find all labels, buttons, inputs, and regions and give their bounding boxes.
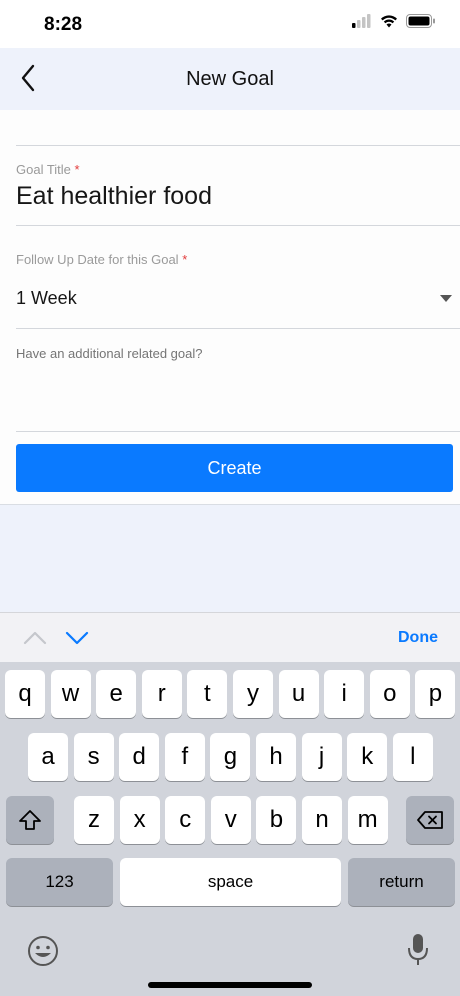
cellular-signal-icon bbox=[352, 14, 371, 28]
key-c[interactable]: c bbox=[165, 796, 206, 844]
goal-title-label-text: Goal Title bbox=[16, 162, 71, 177]
follow-up-label: Follow Up Date for this Goal * bbox=[16, 252, 187, 267]
goal-title-input[interactable] bbox=[16, 182, 436, 211]
key-z[interactable]: z bbox=[74, 796, 114, 844]
key-h[interactable]: h bbox=[256, 733, 296, 781]
key-d[interactable]: d bbox=[119, 733, 160, 781]
battery-icon bbox=[406, 14, 435, 28]
key-q[interactable]: q bbox=[5, 670, 45, 718]
key-s[interactable]: s bbox=[73, 733, 114, 781]
key-l[interactable]: l bbox=[392, 733, 433, 781]
page-title: New Goal bbox=[186, 68, 274, 90]
keyboard-accessory-bar: Done bbox=[0, 612, 460, 662]
status-time: 8:28 bbox=[44, 14, 83, 35]
key-y[interactable]: y bbox=[233, 670, 273, 718]
status-bar: 8:28 bbox=[0, 0, 460, 48]
keyboard: qwertyuiop asdfghjkl zxcvbnm 123 space r… bbox=[0, 662, 460, 996]
follow-up-date-select[interactable]: 1 Week bbox=[16, 278, 460, 318]
space-key[interactable]: space bbox=[120, 858, 341, 906]
key-v[interactable]: v bbox=[210, 796, 251, 844]
key-e[interactable]: e bbox=[96, 670, 137, 718]
key-a[interactable]: a bbox=[28, 733, 68, 781]
next-field-chevron-down-icon[interactable] bbox=[64, 625, 90, 651]
numbers-key[interactable]: 123 bbox=[6, 858, 113, 906]
follow-up-label-text: Follow Up Date for this Goal bbox=[16, 252, 179, 267]
key-r[interactable]: r bbox=[141, 670, 182, 718]
required-marker: * bbox=[74, 162, 80, 177]
navigation-bar: New Goal bbox=[0, 48, 460, 110]
key-n[interactable]: n bbox=[302, 796, 342, 844]
key-p[interactable]: p bbox=[415, 670, 456, 718]
divider bbox=[16, 431, 460, 432]
dropdown-caret-icon bbox=[440, 295, 452, 302]
key-b[interactable]: b bbox=[256, 796, 297, 844]
done-button[interactable]: Done bbox=[398, 629, 438, 647]
related-goal-input[interactable] bbox=[16, 344, 446, 362]
divider bbox=[16, 225, 460, 226]
goal-title-label: Goal Title * bbox=[16, 162, 80, 177]
follow-up-date-value: 1 Week bbox=[16, 288, 77, 308]
wifi-icon bbox=[381, 15, 397, 28]
key-o[interactable]: o bbox=[369, 670, 410, 718]
shift-key[interactable] bbox=[6, 796, 54, 844]
key-w[interactable]: w bbox=[50, 670, 91, 718]
key-f[interactable]: f bbox=[164, 733, 205, 781]
key-m[interactable]: m bbox=[347, 796, 388, 844]
key-i[interactable]: i bbox=[324, 670, 365, 718]
previous-field-chevron-up-icon[interactable] bbox=[22, 625, 48, 651]
microphone-icon[interactable] bbox=[406, 932, 430, 968]
key-g[interactable]: g bbox=[210, 733, 251, 781]
delete-key[interactable] bbox=[406, 796, 454, 844]
status-icons bbox=[352, 14, 436, 28]
key-x[interactable]: x bbox=[119, 796, 160, 844]
key-u[interactable]: u bbox=[278, 670, 319, 718]
home-indicator bbox=[148, 982, 312, 988]
create-button[interactable]: Create bbox=[16, 444, 453, 492]
key-k[interactable]: k bbox=[347, 733, 388, 781]
divider bbox=[16, 328, 460, 329]
return-key[interactable]: return bbox=[348, 858, 455, 906]
key-t[interactable]: t bbox=[187, 670, 228, 718]
backspace-icon bbox=[417, 811, 443, 829]
required-marker: * bbox=[182, 252, 188, 267]
divider bbox=[16, 145, 460, 146]
new-goal-form: Goal Title * Follow Up Date for this Goa… bbox=[0, 110, 460, 505]
emoji-icon[interactable] bbox=[26, 934, 60, 968]
shift-arrow-icon bbox=[19, 810, 41, 830]
key-j[interactable]: j bbox=[301, 733, 342, 781]
